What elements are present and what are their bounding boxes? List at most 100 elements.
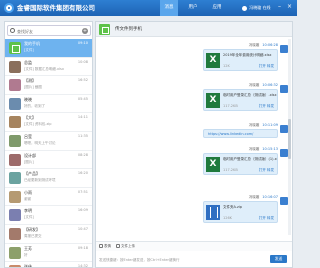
file-actions[interactable]: 打开 转发: [259, 64, 274, 69]
scrollbar-thumb[interactable]: [288, 119, 291, 159]
nav-tab-messages[interactable]: 消息: [160, 0, 178, 16]
conversation-name: 设计部: [24, 152, 36, 158]
chat-header: 传文件到手机: [96, 22, 292, 37]
send-button[interactable]: 发送: [270, 255, 287, 263]
message: 冯晓璇 10:06:32 X 临时用户登录汇总（测试版）.xlsx 117.2KB 打开 …: [192, 83, 288, 115]
conversation-time: 07:51: [77, 189, 88, 194]
file-actions[interactable]: 打开 转发: [259, 168, 274, 173]
message-sender: 冯晓璇: [248, 123, 260, 127]
conversation-name: 我的手机: [24, 41, 40, 46]
file-actions[interactable]: 打开 转发: [259, 104, 274, 109]
conversation-name: 【产品】: [24, 171, 40, 177]
file-size: 12K: [223, 64, 230, 68]
conversation-item[interactable]: 王芳好 09:18: [5, 243, 92, 263]
conversation-item[interactable]: 吕莹 嗯嗯，明天上午讨论 11:35: [5, 131, 92, 151]
file-transfer-icon: [99, 24, 110, 35]
message-meta: 冯晓璇 10:16:07: [249, 195, 278, 200]
message-time: 10:06:32: [262, 83, 278, 87]
message-time: 10:16:07: [262, 195, 278, 199]
avatar: [9, 153, 21, 166]
message: 冯晓璇 10:15:13 X 临时用户登录汇总（测试版）(1).xlsx 117.2KB…: [192, 147, 288, 179]
conversation-preview: [文件] 资料包.zip: [24, 122, 52, 127]
conversation-time: 14:32: [77, 264, 88, 268]
message-input[interactable]: 发送快捷键：按Enter键发送，按Ctrl+Enter键换行: [99, 258, 179, 263]
emoji-button[interactable]: 表情: [99, 244, 111, 249]
avatar: [9, 134, 21, 147]
conversation-time: 10:08: [77, 59, 88, 64]
conversation-name: 【大】: [24, 115, 36, 121]
conversation-name: 【测】: [24, 78, 36, 84]
conversation-time: 11:35: [77, 133, 88, 138]
file-message[interactable]: X 临时用户登录汇总（测试版）(1).xlsx 117.2KB 打开 转发: [203, 153, 278, 175]
conversation-preview: 谢谢: [24, 196, 31, 201]
conversation-preview: 已经更新到测试环境: [24, 178, 56, 183]
message-sender: 冯晓璇: [248, 195, 260, 199]
conversation-item[interactable]: 【产品】 已经更新到测试环境 16:20: [5, 169, 92, 188]
sender-avatar: [280, 149, 288, 157]
avatar: [9, 60, 21, 73]
file-message[interactable]: X 临时用户登录汇总（测试版）.xlsx 117.2KB 打开 转发: [203, 89, 278, 111]
conversation-preview: 好: [24, 252, 28, 257]
link-message[interactable]: https://www.linkedin.com/: [203, 129, 278, 138]
file-name: 临时用户登录汇总（测试版）(1).xlsx: [223, 157, 277, 161]
search-input[interactable]: [17, 27, 77, 35]
sender-avatar: [280, 197, 288, 205]
conversation-item[interactable]: 张伟收到14:32: [5, 262, 92, 268]
compose-toolbar: 表情 文件上传: [96, 241, 292, 251]
add-contact-icon[interactable]: +: [82, 28, 88, 34]
conversation-name: 小雨: [24, 189, 32, 195]
conversation-time: 08:28: [77, 152, 88, 157]
avatar: [9, 42, 21, 54]
file-upload-button[interactable]: 文件上传: [116, 244, 135, 249]
message-time: 10:11:09: [262, 123, 278, 127]
message-input-area[interactable]: 发送快捷键：按Enter键发送，按Ctrl+Enter键换行 发送: [96, 251, 292, 267]
sender-avatar: [280, 125, 288, 133]
file-message[interactable]: 文件夹A.zip 126K 打开 转发: [203, 201, 278, 223]
chat-panel: 传文件到手机 冯晓璇 10:06:28 X 2019年全年费用统计明细.xlsx 12K…: [95, 21, 293, 268]
message-sender: 冯晓璇: [248, 83, 260, 87]
message-scrollbar[interactable]: [288, 39, 291, 235]
zip-file-icon: [206, 205, 220, 220]
conversation-item[interactable]: 【大】 [文件] 资料包.zip 14:11: [5, 113, 92, 132]
message-meta: 冯晓璇 10:11:09: [249, 123, 278, 128]
excel-file-icon: X: [206, 93, 220, 108]
message: 冯晓璇 10:06:28 X 2019年全年费用统计明细.xlsx 12K 打开 转发: [192, 43, 288, 75]
conversation-item[interactable]: 【研发】 周报已提交 10:47: [5, 224, 92, 244]
conversation-name: 【研发】: [24, 226, 40, 232]
message: 冯晓璇 10:11:09 https://www.linkedin.com/: [192, 123, 288, 141]
conversation-item[interactable]: 我的手机 [文件] 09:10: [5, 39, 92, 58]
file-name: 文件夹A.zip: [223, 205, 242, 209]
conversation-item[interactable]: 总监 [文件] 数据汇总明细.xlsx 10:08: [5, 57, 92, 77]
file-size: 117.2KB: [223, 168, 238, 172]
message-meta: 冯晓璇 10:06:28: [249, 43, 278, 48]
sender-avatar: [280, 45, 288, 53]
conversation-item[interactable]: 李明 [文件] 16:09: [5, 206, 92, 225]
conversation-time: 14:11: [77, 115, 88, 120]
conversation-item[interactable]: 晓晓 好的，收到了 05:45: [5, 94, 92, 114]
user-avatar-icon: [242, 5, 247, 11]
conversation-preview: 好的，收到了: [24, 103, 45, 108]
conversation-item[interactable]: 小雨 谢谢 07:51: [5, 187, 92, 207]
nav-tab-apps[interactable]: 应用: [208, 0, 226, 16]
message-time: 10:15:13: [262, 147, 278, 151]
excel-file-icon: X: [206, 157, 220, 172]
message-sender: 冯晓璇: [248, 147, 260, 151]
nav-tab-users[interactable]: 用户: [184, 0, 202, 16]
current-user[interactable]: 冯晓璇 在线: [242, 0, 271, 16]
conversation-name: 王芳: [24, 245, 32, 251]
conversation-preview: 嗯嗯，明天上午讨论: [24, 140, 56, 145]
conversation-item[interactable]: 设计部 [图片] 08:28: [5, 150, 92, 170]
conversation-preview: [图片] 截图: [24, 85, 42, 90]
minimize-icon[interactable]: –: [276, 3, 283, 10]
avatar: [9, 97, 21, 110]
avatar: [9, 79, 21, 92]
close-icon[interactable]: ×: [286, 3, 293, 10]
file-name: 2019年全年费用统计明细.xlsx: [223, 53, 272, 57]
conversation-time: 16:20: [77, 171, 88, 176]
emoji-icon: [99, 244, 103, 248]
file-message[interactable]: X 2019年全年费用统计明细.xlsx 12K 打开 转发: [203, 49, 278, 71]
conversation-item[interactable]: 【测】 [图片] 截图 16:52: [5, 76, 92, 95]
file-actions[interactable]: 打开 转发: [259, 216, 274, 221]
conversation-name: 张伟: [24, 264, 32, 268]
conversation-time: 16:09: [77, 208, 88, 213]
